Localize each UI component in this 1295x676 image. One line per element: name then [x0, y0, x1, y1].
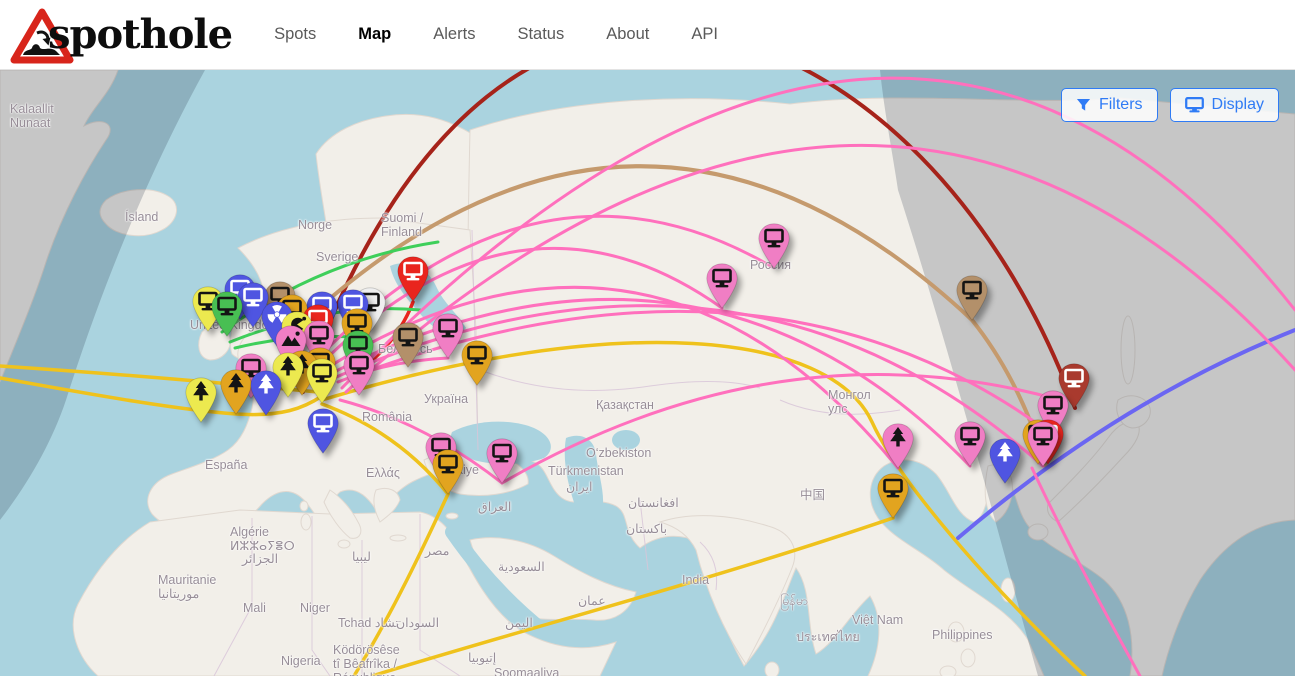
map-marker-tree-blue[interactable] — [248, 370, 284, 416]
filters-button-label: Filters — [1099, 96, 1143, 114]
map-controls: Filters Display — [1061, 88, 1279, 122]
display-icon — [1185, 97, 1204, 113]
map-marker-monitor-pink[interactable] — [1025, 421, 1061, 467]
spot-arcs-svg — [0, 70, 1295, 676]
nav-api[interactable]: API — [691, 25, 718, 44]
map-marker-monitor-red[interactable] — [395, 256, 431, 302]
spot-arc-yellow — [322, 343, 1085, 676]
filter-icon — [1076, 98, 1091, 113]
nav-alerts[interactable]: Alerts — [433, 25, 475, 44]
spot-arc-blue — [958, 330, 1295, 538]
map-marker-monitor-gold[interactable] — [875, 473, 911, 519]
display-button-label: Display — [1212, 96, 1264, 114]
map-marker-monitor-gold[interactable] — [430, 449, 466, 495]
spot-arc-yellow — [354, 494, 448, 676]
nav-map[interactable]: Map — [358, 25, 391, 44]
map-marker-tree-yellow[interactable] — [183, 377, 219, 423]
header: spothole Spots Map Alerts Status About A… — [0, 0, 1295, 70]
map-marker-tree-blue[interactable] — [987, 438, 1023, 484]
brand-title: spothole — [48, 0, 232, 70]
map-marker-monitor-gold[interactable] — [459, 340, 495, 386]
main-nav: Spots Map Alerts Status About API — [274, 25, 718, 44]
spot-arc-pink — [1032, 468, 1140, 676]
nav-status[interactable]: Status — [517, 25, 564, 44]
map-marker-monitor-brown[interactable] — [954, 275, 990, 321]
map-marker-monitor-brown[interactable] — [390, 322, 426, 368]
map-marker-monitor-pink[interactable] — [952, 421, 988, 467]
map-marker-monitor-pink[interactable] — [756, 223, 792, 269]
spot-arc-pink — [340, 400, 502, 483]
logo[interactable]: spothole — [10, 0, 232, 70]
filters-button[interactable]: Filters — [1061, 88, 1158, 122]
map-marker-monitor-pink[interactable] — [704, 263, 740, 309]
world-map[interactable]: Kalaallit NunaatÍslandNorgeSverigeSuomi … — [0, 70, 1295, 676]
spot-arc-yellow — [372, 518, 893, 676]
nav-spots[interactable]: Spots — [274, 25, 316, 44]
nav-about[interactable]: About — [606, 25, 649, 44]
map-marker-monitor-blue[interactable] — [305, 408, 341, 454]
map-marker-monitor-green[interactable] — [209, 291, 245, 337]
map-marker-tree-pink[interactable] — [880, 423, 916, 469]
display-button[interactable]: Display — [1170, 88, 1279, 122]
map-marker-monitor-pink[interactable] — [341, 350, 377, 396]
map-marker-monitor-yellow[interactable] — [304, 358, 340, 404]
map-marker-monitor-pink[interactable] — [484, 438, 520, 484]
